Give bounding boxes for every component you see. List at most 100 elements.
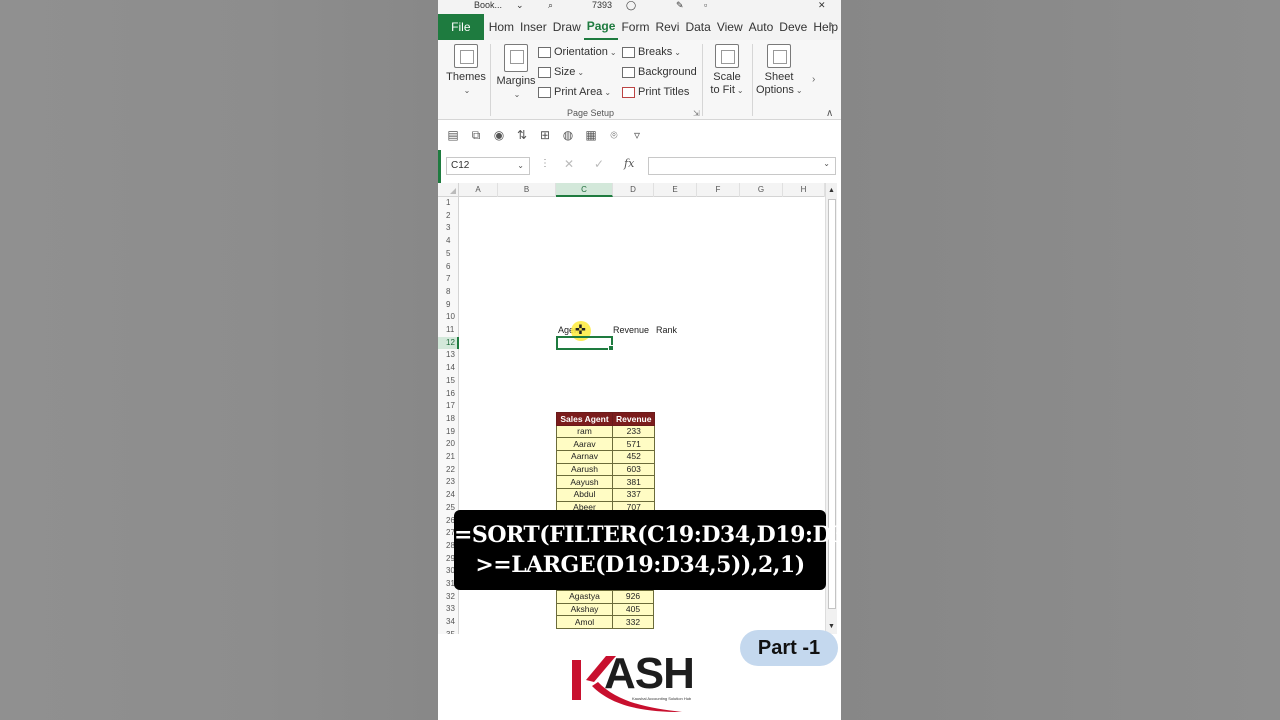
cell-agent-name[interactable]: Amol [556, 615, 613, 630]
cell-revenue[interactable]: 405 [612, 602, 654, 617]
row-header[interactable]: 18 [438, 413, 459, 426]
cell-revenue-header[interactable]: Revenue [613, 325, 649, 335]
row-header[interactable]: 1 [438, 197, 459, 210]
row-header[interactable]: 14 [438, 362, 459, 375]
tab-view[interactable]: View [714, 14, 746, 40]
row-header[interactable]: 7 [438, 273, 459, 286]
row-header[interactable]: 5 [438, 248, 459, 261]
enter-icon[interactable]: ✓ [594, 157, 604, 171]
vertical-scrollbar[interactable]: ▲ ▼ [825, 183, 837, 634]
eye-icon[interactable]: ◉ [492, 128, 506, 142]
row-header[interactable]: 17 [438, 400, 459, 413]
tab-file[interactable]: File [438, 14, 484, 40]
sort-icon[interactable]: ⇅ [515, 128, 529, 142]
column-header-a[interactable]: A [459, 183, 498, 197]
camera-icon[interactable]: ⌾ [607, 128, 621, 143]
cell-agent-name[interactable]: Akshay [556, 602, 613, 617]
pen-icon[interactable]: ✎ [676, 0, 684, 11]
dialog-launcher-icon[interactable]: ⇲ [693, 109, 700, 118]
format-painter-icon[interactable]: ▦ [584, 128, 598, 142]
name-box[interactable]: C12 ⌄ [446, 157, 530, 175]
row-header[interactable]: 16 [438, 388, 459, 401]
row-header[interactable]: 8 [438, 286, 459, 299]
tabs-scroll-right-icon[interactable]: › [830, 19, 833, 30]
fill-icon[interactable]: ◍ [561, 128, 575, 142]
scale-to-fit-button[interactable]: Scale to Fit ⌄ [706, 44, 748, 97]
cell-revenue[interactable]: 337 [611, 488, 656, 502]
cell-agent-name[interactable]: Aarav [556, 437, 613, 452]
row-header[interactable]: 10 [438, 311, 459, 324]
insert-function-button[interactable]: fx [624, 157, 634, 170]
cancel-icon[interactable]: ✕ [564, 157, 574, 171]
chevron-down-icon[interactable]: ⌄ [516, 0, 524, 11]
row-header[interactable]: 23 [438, 476, 459, 489]
breaks-button[interactable]: Breaks ⌄ [622, 46, 681, 58]
cell-agent-name[interactable]: Abdul [556, 488, 613, 502]
row-header[interactable]: 20 [438, 438, 459, 451]
cell-agent-name[interactable]: Aayush [556, 475, 613, 490]
tab-draw[interactable]: Draw [550, 14, 584, 40]
print-area-button[interactable]: Print Area ⌄ [538, 86, 611, 98]
row-header[interactable]: 9 [438, 299, 459, 312]
cell-revenue[interactable]: 332 [612, 615, 654, 630]
restore-icon[interactable]: ▫ [704, 0, 707, 10]
customize-toolbar-icon[interactable]: ▿ [630, 128, 644, 142]
search-icon[interactable]: ⌕ [548, 0, 553, 11]
active-cell-c12[interactable] [556, 336, 614, 351]
cell-agent-name[interactable]: Aarnav [556, 450, 613, 464]
pivot-icon[interactable]: ⧉ [469, 128, 483, 143]
column-header-b[interactable]: B [498, 183, 556, 197]
size-button[interactable]: Size ⌄ [538, 66, 584, 78]
row-header[interactable]: 4 [438, 235, 459, 248]
cell-revenue[interactable]: 603 [611, 462, 656, 477]
cell-revenue[interactable]: 571 [611, 437, 656, 452]
cell-agent-name[interactable]: ram [556, 424, 613, 439]
orientation-button[interactable]: Orientation ⌄ [538, 46, 617, 58]
row-header[interactable]: 15 [438, 375, 459, 388]
ribbon-scroll-right-icon[interactable]: › [812, 74, 815, 85]
cell-rank-header[interactable]: Rank [656, 325, 677, 335]
tab-insert[interactable]: Inser [517, 14, 550, 40]
row-header[interactable]: 12 [438, 336, 459, 350]
tab-review[interactable]: Revi [652, 14, 682, 40]
table-header-revenue[interactable]: Revenue [611, 412, 656, 426]
tab-data[interactable]: Data [682, 14, 713, 40]
themes-button[interactable]: Themes ⌄ [446, 44, 486, 97]
tab-home[interactable]: Hom [486, 14, 517, 40]
row-header[interactable]: 34 [438, 616, 459, 629]
column-header-g[interactable]: G [740, 183, 783, 197]
scroll-up-icon[interactable]: ▲ [826, 185, 837, 197]
cell-revenue[interactable]: 381 [611, 475, 656, 490]
cell-revenue[interactable]: 233 [611, 424, 656, 439]
tab-developer[interactable]: Deve [776, 14, 810, 40]
tab-automate[interactable]: Auto [746, 14, 777, 40]
row-header[interactable]: 35 [438, 629, 459, 634]
column-header-f[interactable]: F [697, 183, 740, 197]
select-all-button[interactable] [438, 183, 459, 197]
row-header[interactable]: 32 [438, 591, 459, 604]
cell-agent-name[interactable]: Agastya [556, 590, 613, 604]
tab-page-layout[interactable]: Page [583, 14, 619, 40]
form-icon[interactable]: ▤ [446, 128, 460, 142]
table-header-sales-agent[interactable]: Sales Agent [556, 412, 613, 426]
cell-revenue[interactable]: 452 [611, 450, 656, 464]
row-header[interactable]: 19 [438, 426, 459, 439]
tab-formulas[interactable]: Form [618, 14, 652, 40]
column-header-h[interactable]: H [783, 183, 825, 197]
row-header[interactable]: 24 [438, 489, 459, 502]
row-header[interactable]: 6 [438, 261, 459, 274]
row-header[interactable]: 33 [438, 603, 459, 616]
cell-agent-name[interactable]: Aarush [556, 462, 613, 477]
close-icon[interactable]: ✕ [818, 0, 826, 11]
background-button[interactable]: Background [622, 66, 697, 78]
column-header-c[interactable]: C [556, 183, 613, 197]
margins-button[interactable]: Margins ⌄ [496, 44, 536, 101]
sheet-options-button[interactable]: Sheet Options ⌄ [756, 44, 803, 97]
column-header-d[interactable]: D [613, 183, 654, 197]
row-header[interactable]: 3 [438, 222, 459, 235]
row-header[interactable]: 21 [438, 451, 459, 464]
formula-input[interactable]: ⌄ [648, 157, 836, 175]
row-header[interactable]: 11 [438, 324, 459, 337]
cell-revenue[interactable]: 926 [612, 590, 654, 604]
column-header-e[interactable]: E [654, 183, 697, 197]
